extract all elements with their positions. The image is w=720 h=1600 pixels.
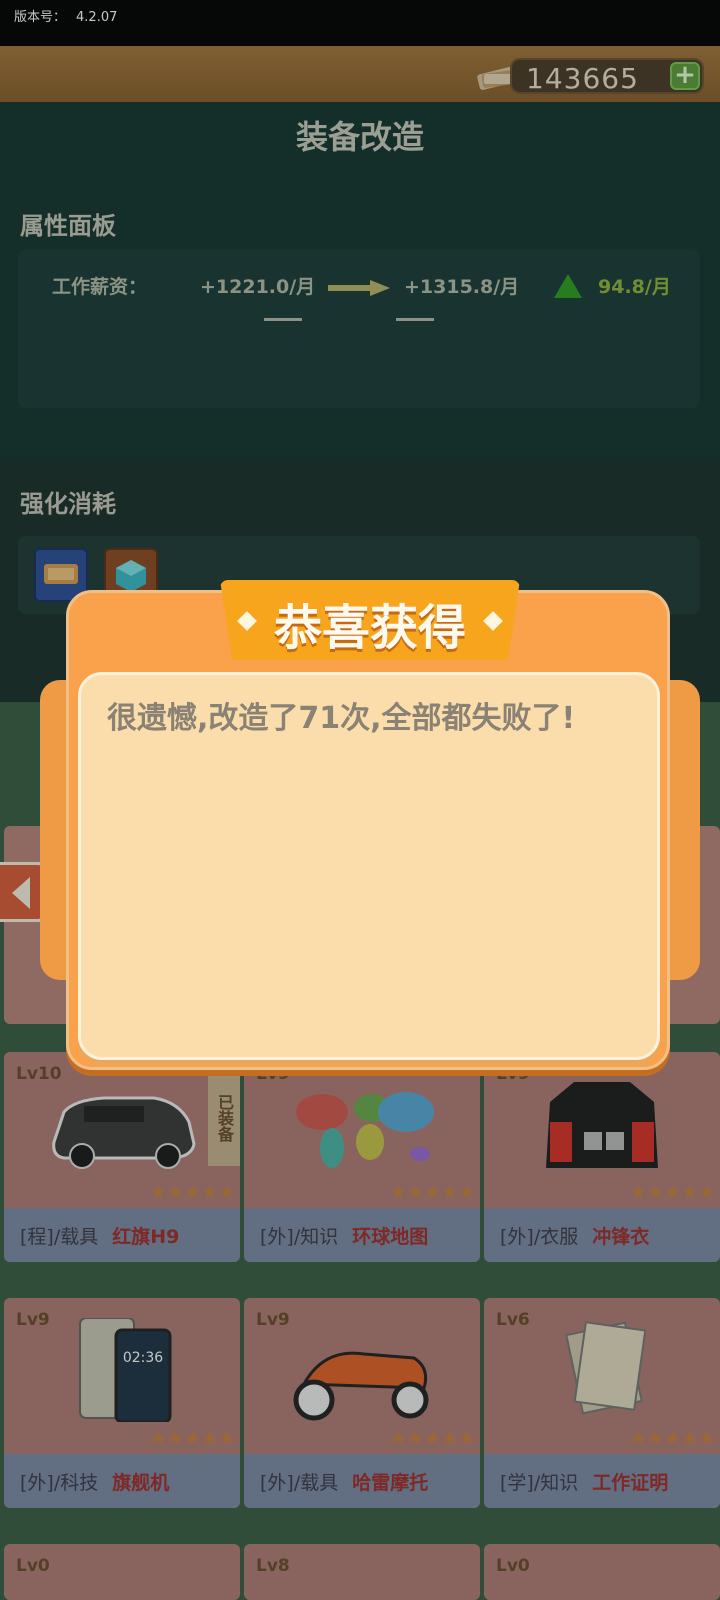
dialog-title: 恭喜获得 [273,600,466,656]
dialog-message: 很遗憾,改造了71次,全部都失败了! [107,701,576,736]
dialog-content: 很遗憾,改造了71次,全部都失败了! [78,672,660,1060]
